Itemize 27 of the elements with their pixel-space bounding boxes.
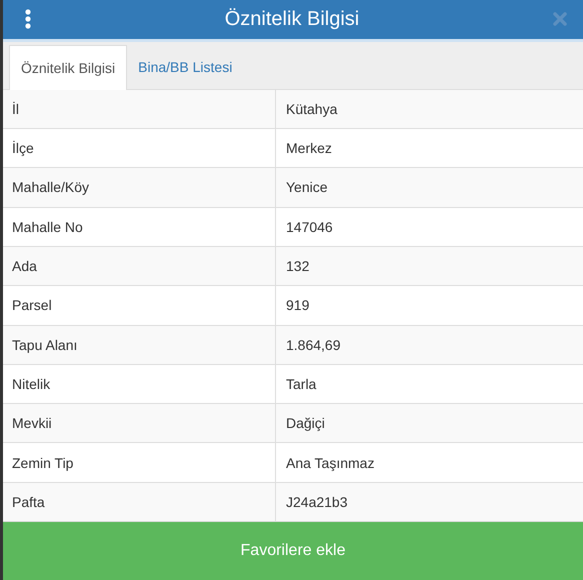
field-label: Tapu Alanı <box>11 336 78 355</box>
field-label: İl <box>11 100 20 119</box>
field-value: Yenice <box>275 168 583 207</box>
window-title: Öznitelik Bilgisi <box>224 8 360 31</box>
field-value: 1.864,69 <box>275 326 583 364</box>
field-label: Nitelik <box>11 374 52 394</box>
field-label: Ada <box>11 257 38 276</box>
field-value: J24a21b3 <box>275 482 583 521</box>
field-value: Kütahya <box>275 90 583 128</box>
field-value: Dağiçi <box>275 404 583 442</box>
field-value: 147046 <box>275 208 583 246</box>
field-label: Parsel <box>11 296 53 316</box>
field-value: Merkez <box>275 129 583 168</box>
field-label: Zemin Tip <box>11 454 74 473</box>
field-label: Mahalle/Köy <box>11 178 90 198</box>
field-value: Ana Taşınmaz <box>275 443 583 482</box>
menu-icon[interactable] <box>25 9 31 30</box>
field-value: 919 <box>275 286 583 325</box>
add-favorite-button[interactable]: Favorilere ekle <box>3 522 583 580</box>
tab[interactable]: Öznitelik Bilgisi <box>9 44 128 90</box>
field-value: 132 <box>275 246 583 286</box>
tab[interactable]: Bina/BB Listesi <box>127 44 244 89</box>
field-value: Tarla <box>275 364 583 404</box>
field-label: Mahalle No <box>11 218 84 237</box>
field-label: Pafta <box>11 492 46 512</box>
field-label: Mevkii <box>11 414 53 434</box>
field-label: İlçe <box>11 139 35 158</box>
